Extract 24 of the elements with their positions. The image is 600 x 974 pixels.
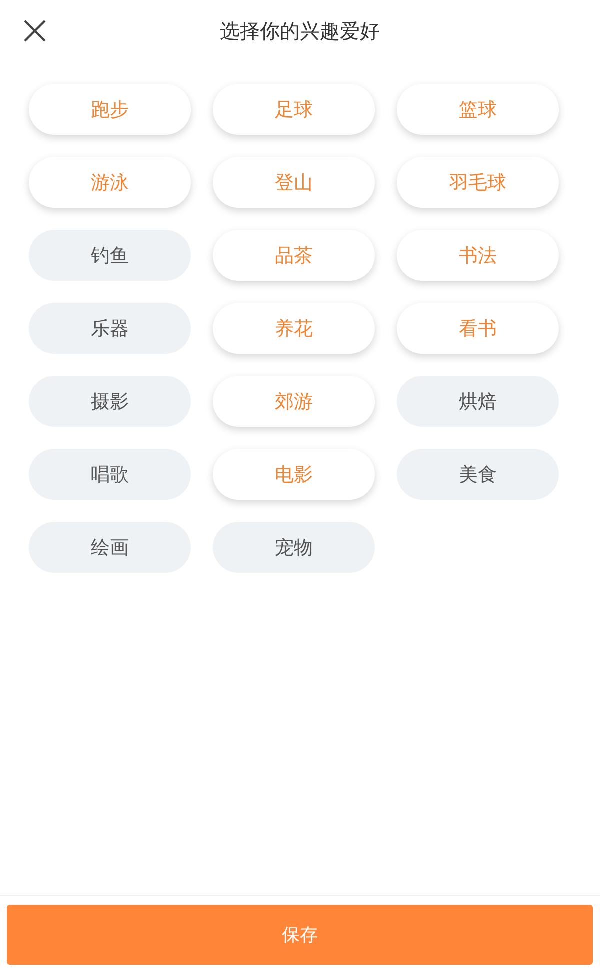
page-title: 选择你的兴趣爱好 bbox=[220, 18, 380, 44]
close-icon bbox=[22, 18, 48, 44]
hobby-tag[interactable]: 养花 bbox=[213, 303, 375, 354]
hobby-tag[interactable]: 郊游 bbox=[213, 376, 375, 427]
hobby-tag[interactable]: 钓鱼 bbox=[29, 230, 191, 281]
hobby-tag[interactable]: 乐器 bbox=[29, 303, 191, 354]
hobby-tag[interactable]: 唱歌 bbox=[29, 449, 191, 500]
hobby-tag[interactable]: 美食 bbox=[397, 449, 559, 500]
hobby-tag[interactable]: 烘焙 bbox=[397, 376, 559, 427]
hobby-tag[interactable]: 摄影 bbox=[29, 376, 191, 427]
close-button[interactable] bbox=[22, 18, 48, 44]
hobby-tag[interactable]: 绘画 bbox=[29, 522, 191, 573]
hobby-tag[interactable]: 品茶 bbox=[213, 230, 375, 281]
hobby-tag[interactable]: 篮球 bbox=[397, 84, 559, 135]
hobby-tag[interactable]: 跑步 bbox=[29, 84, 191, 135]
hobby-tag[interactable]: 电影 bbox=[213, 449, 375, 500]
hobby-tag[interactable]: 登山 bbox=[213, 157, 375, 208]
hobby-tag[interactable]: 看书 bbox=[397, 303, 559, 354]
hobby-tag[interactable]: 足球 bbox=[213, 84, 375, 135]
hobby-tag[interactable]: 羽毛球 bbox=[397, 157, 559, 208]
save-button[interactable]: 保存 bbox=[7, 905, 593, 965]
hobby-tag[interactable]: 书法 bbox=[397, 230, 559, 281]
hobby-tag[interactable]: 游泳 bbox=[29, 157, 191, 208]
hobby-tag[interactable]: 宠物 bbox=[213, 522, 375, 573]
